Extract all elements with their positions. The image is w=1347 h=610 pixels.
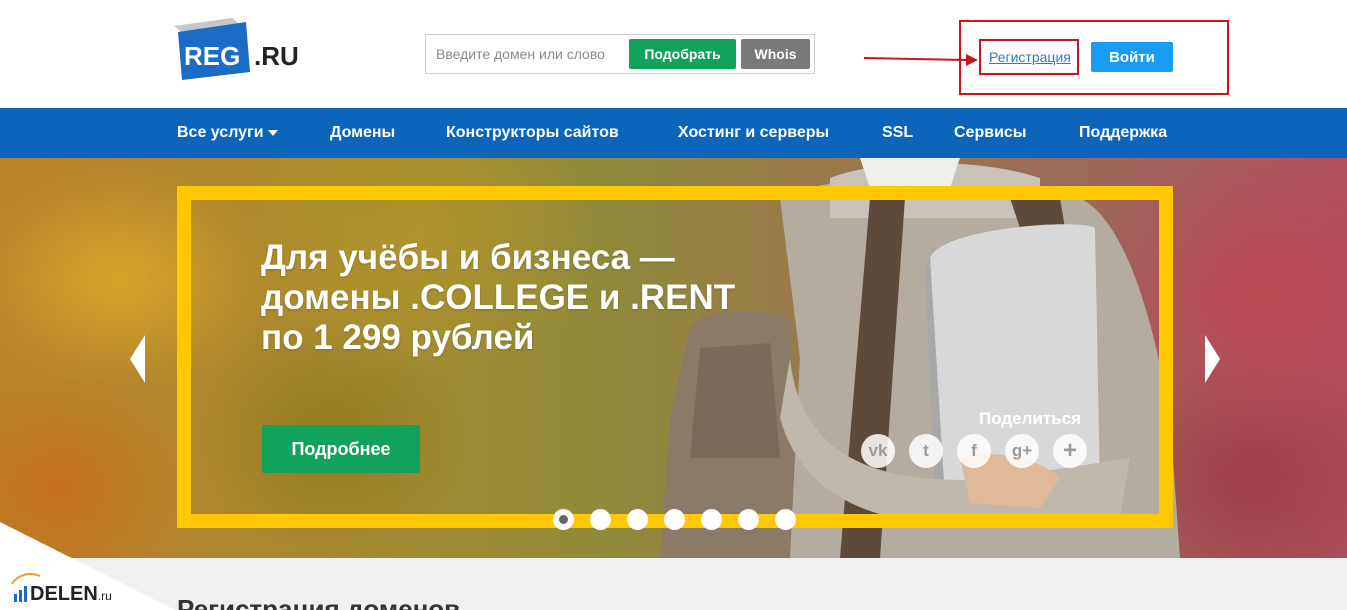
facebook-icon[interactable]: f <box>957 434 991 468</box>
nav-item-support[interactable]: Поддержка <box>1079 124 1167 142</box>
nav-item-ssl[interactable]: SSL <box>882 124 913 142</box>
more-share-icon[interactable]: + <box>1053 434 1087 468</box>
login-button[interactable]: Войти <box>1091 42 1173 72</box>
slider-dot[interactable] <box>553 509 574 530</box>
vk-icon[interactable]: vk <box>861 434 895 468</box>
logo-text: REG <box>184 41 241 71</box>
logo-domain-text: .RU <box>254 41 299 71</box>
watermark-name: DELEN <box>30 583 98 605</box>
share-label: Поделиться <box>979 409 1082 428</box>
promo-banner: Для учёбы и бизнеса — домены .COLLEGE и … <box>0 158 1347 558</box>
slider-dot[interactable] <box>627 509 648 530</box>
google-plus-icon[interactable]: g+ <box>1005 434 1039 468</box>
nav-item-services[interactable]: Сервисы <box>954 124 1026 142</box>
domain-search-input[interactable] <box>426 35 626 73</box>
prev-slide-arrow-icon[interactable] <box>130 335 145 383</box>
site-logo[interactable]: REG .RU <box>174 18 304 80</box>
slider-dot[interactable] <box>664 509 685 530</box>
watermark-text: DELEN.ru <box>30 583 112 606</box>
more-details-button[interactable]: Подробнее <box>262 425 420 473</box>
slider-dot[interactable] <box>775 509 796 530</box>
slider-dot[interactable] <box>738 509 759 530</box>
nav-item-all-services[interactable]: Все услуги <box>177 124 278 142</box>
slider-dot[interactable] <box>590 509 611 530</box>
caret-down-icon <box>267 129 278 136</box>
watermark: DELEN.ru <box>0 522 175 610</box>
nav-item-label: Все услуги <box>177 124 264 141</box>
headline-line: по 1 299 рублей <box>261 318 535 357</box>
whois-button[interactable]: Whois <box>741 39 810 69</box>
next-slide-arrow-icon[interactable] <box>1205 335 1220 383</box>
nav-item-site-builders[interactable]: Конструкторы сайтов <box>446 124 619 142</box>
main-nav: Все услуги Домены Конструкторы сайтов Хо… <box>0 108 1347 158</box>
watermark-suffix: .ru <box>97 589 112 603</box>
headline-line: Для учёбы и бизнеса — <box>261 238 675 277</box>
domains-section: Регистрация доменов <box>0 558 1347 610</box>
section-title: Регистрация доменов <box>177 594 461 610</box>
pick-domain-button[interactable]: Подобрать <box>629 39 736 69</box>
domain-search: Подобрать Whois <box>425 34 815 74</box>
site-header: REG .RU Подобрать Whois Регистрация Войт… <box>0 0 1347 108</box>
slider-dot[interactable] <box>701 509 722 530</box>
banner-headline: Для учёбы и бизнеса — домены .COLLEGE и … <box>261 238 821 358</box>
nav-item-hosting[interactable]: Хостинг и серверы <box>678 124 829 142</box>
register-link[interactable]: Регистрация <box>989 49 1071 65</box>
nav-item-domains[interactable]: Домены <box>330 124 395 142</box>
twitter-icon[interactable]: t <box>909 434 943 468</box>
headline-line: домены .COLLEGE и .RENT <box>261 278 736 317</box>
